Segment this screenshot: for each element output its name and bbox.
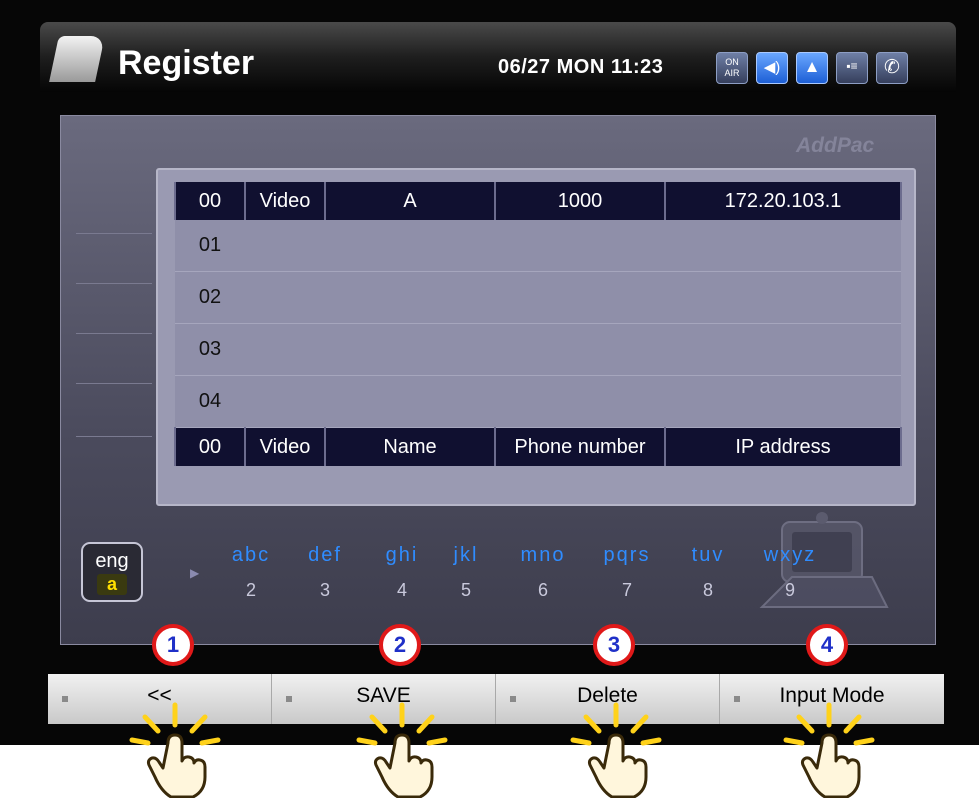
user-icon[interactable]: ▲ <box>796 52 828 84</box>
key-3[interactable]: def 3 <box>285 544 365 601</box>
table-header-row: 00 Video Name Phone number IP address <box>174 427 902 466</box>
column-header-phone: Phone number <box>494 427 666 466</box>
table-row-selected[interactable]: 00 Video A 1000 172.20.103.1 <box>174 182 902 220</box>
table-row[interactable]: 02 <box>175 271 901 324</box>
column-header-index: 00 <box>174 427 246 466</box>
handset-icon[interactable]: ✆ <box>876 52 908 84</box>
tap-hand-icon <box>783 702 875 798</box>
register-table: 00 Video A 1000 172.20.103.1 01 02 03 04 <box>174 182 902 466</box>
callout-2: 2 <box>379 624 421 666</box>
callout-3: 3 <box>593 624 635 666</box>
input-mode-indicator[interactable]: eng a <box>81 542 143 602</box>
key-letters: abc <box>231 544 271 566</box>
key-letters: pqrs <box>603 544 651 566</box>
callout-4: 4 <box>806 624 848 666</box>
key-7[interactable]: pqrs 7 <box>587 544 667 601</box>
column-header-name: Name <box>324 427 496 466</box>
cell-type: Video <box>244 182 326 220</box>
register-table-frame: 00 Video A 1000 172.20.103.1 01 02 03 04 <box>156 168 916 506</box>
key-6[interactable]: mno 6 <box>503 544 583 601</box>
folder-icon <box>49 36 105 82</box>
table-row[interactable]: 03 <box>175 323 901 376</box>
key-digit: 6 <box>537 580 548 600</box>
device-screen: Register 06/27 MON 11:23 ON AIR ◀) ▲ ▪≡ ✆… <box>0 0 979 745</box>
column-header-type: Video <box>244 427 326 466</box>
page-title: Register <box>118 44 255 82</box>
key-letters: def <box>308 544 342 566</box>
key-digit: 3 <box>319 580 330 600</box>
speaker-icon[interactable]: ◀) <box>756 52 788 84</box>
table-row[interactable]: 01 <box>175 220 901 272</box>
arrow-right-icon: ▶ <box>190 566 200 580</box>
input-case: a <box>96 574 127 595</box>
title-bar: Register 06/27 MON 11:23 ON AIR ◀) ▲ ▪≡ ✆ <box>40 22 956 92</box>
key-2[interactable]: abc 2 <box>211 544 291 601</box>
callout-1: 1 <box>152 624 194 666</box>
cell-index: 02 <box>175 271 245 324</box>
cell-phone: 1000 <box>494 182 666 220</box>
key-letters: jkl <box>453 544 479 566</box>
tap-hand-icon <box>570 702 662 798</box>
brand-logo: AddPac <box>796 134 875 157</box>
input-language: eng <box>95 550 129 572</box>
key-digit: 7 <box>621 580 632 600</box>
datetime-display: 06/27 MON 11:23 <box>498 56 664 78</box>
key-digit: 8 <box>702 580 713 600</box>
key-9[interactable]: wxyz 9 <box>750 544 830 601</box>
table-row[interactable]: 04 <box>175 375 901 428</box>
key-5[interactable]: jkl 5 <box>426 544 506 601</box>
cell-index: 00 <box>174 182 246 220</box>
network-icon: ▪≡ <box>836 52 868 84</box>
key-letters: tuv <box>691 544 725 566</box>
key-8[interactable]: tuv 8 <box>668 544 748 601</box>
tap-hand-icon <box>356 702 448 798</box>
cell-index: 04 <box>175 375 245 428</box>
cell-name: A <box>324 182 496 220</box>
cell-index: 01 <box>175 220 245 272</box>
column-header-ip: IP address <box>664 427 902 466</box>
on-air-icon: ON AIR <box>716 52 748 84</box>
key-digit: 9 <box>784 580 795 600</box>
key-digit: 2 <box>245 580 256 600</box>
key-letters: mno <box>520 544 566 566</box>
key-letters: wxyz <box>763 544 817 566</box>
cell-ip: 172.20.103.1 <box>664 182 902 220</box>
key-digit: 5 <box>460 580 471 600</box>
tap-hand-icon <box>129 702 221 798</box>
cell-index: 03 <box>175 323 245 376</box>
